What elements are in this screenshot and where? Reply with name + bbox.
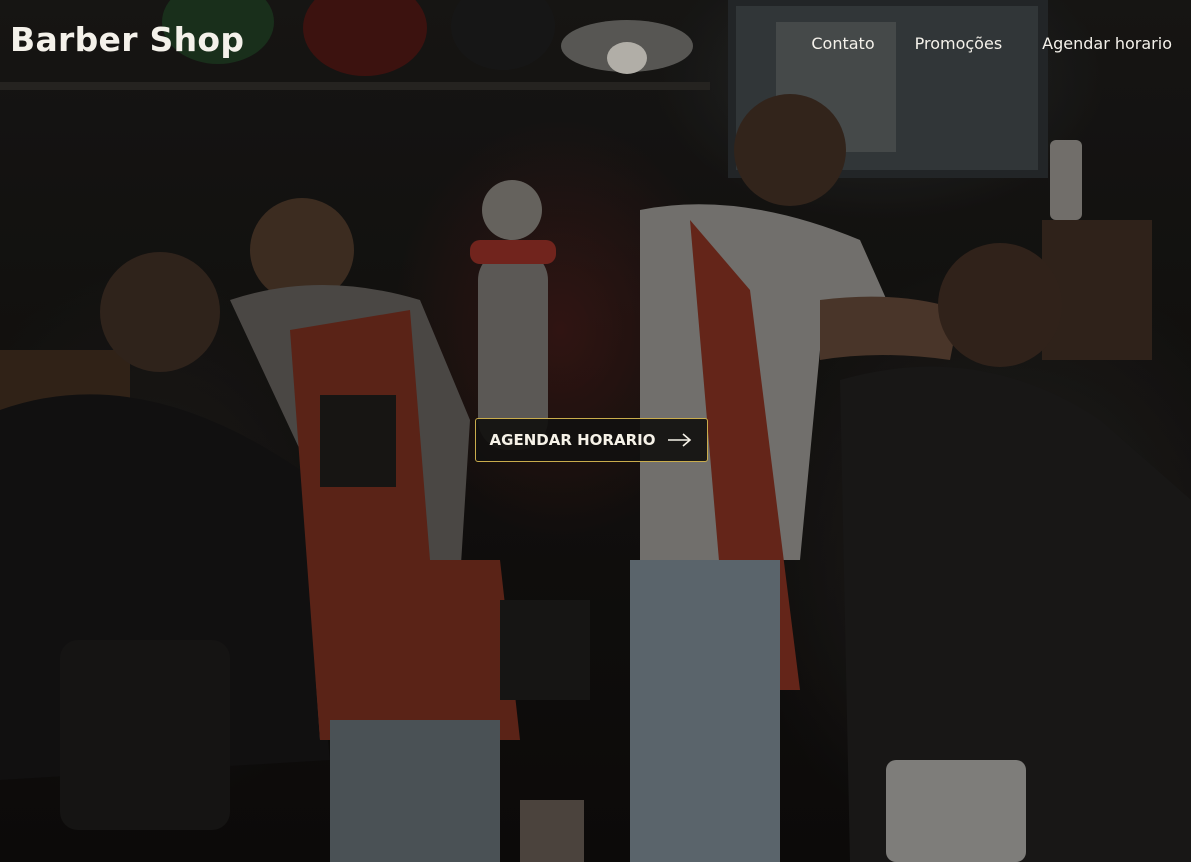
nav-item-contato: Contato — [811, 33, 874, 55]
nav-link-promocoes[interactable]: Promoções — [915, 34, 1003, 53]
hero-section: Barber Shop Contato Promoções Agendar ho… — [0, 0, 1191, 862]
schedule-appointment-label: AGENDAR HORARIO — [489, 431, 656, 449]
nav-item-agendar: Agendar horario — [1042, 33, 1172, 55]
nav-link-contato[interactable]: Contato — [811, 34, 874, 53]
schedule-appointment-button[interactable]: AGENDAR HORARIO — [475, 418, 708, 462]
nav-item-promocoes: Promoções — [915, 33, 1003, 55]
brand-logo[interactable]: Barber Shop — [10, 18, 244, 62]
arrow-right-icon — [668, 433, 692, 447]
nav-list: Contato Promoções Agendar horario — [811, 33, 1172, 55]
nav-link-agendar-horario[interactable]: Agendar horario — [1042, 34, 1172, 53]
